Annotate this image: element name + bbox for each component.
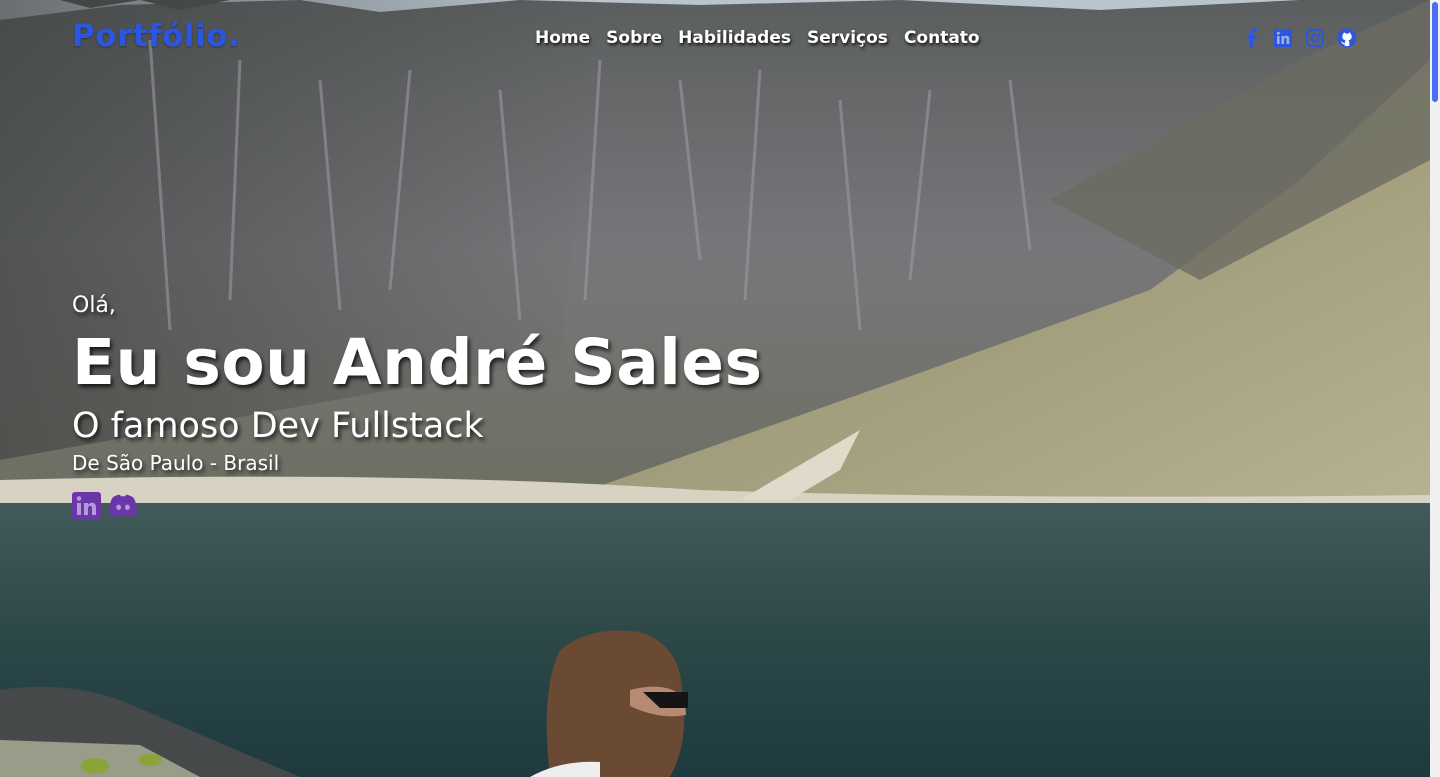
main-nav: Home Sobre Habilidades Serviços Contato [535, 28, 980, 48]
site-logo[interactable]: Portfólio. [72, 18, 240, 54]
nav-home[interactable]: Home [535, 28, 590, 48]
facebook-icon[interactable] [1241, 28, 1261, 48]
github-icon[interactable] [1337, 28, 1357, 48]
hero-role: O famoso Dev Fullstack [72, 406, 484, 446]
hero-name: Eu sou André Sales [72, 326, 763, 399]
hero-intro: Olá, Eu sou André Sales O famoso Dev Ful… [72, 290, 763, 478]
logo-text: Portfólio [72, 18, 228, 54]
discord-icon[interactable] [108, 492, 138, 520]
linkedin-icon[interactable] [1273, 28, 1293, 48]
linkedin-icon[interactable] [71, 492, 101, 520]
hero-greeting: Olá, [72, 293, 116, 318]
page-scrollbar[interactable] [1430, 0, 1440, 777]
nav-contato[interactable]: Contato [904, 28, 980, 48]
logo-dot: . [227, 18, 241, 54]
instagram-icon[interactable] [1305, 28, 1325, 48]
hero-location: De São Paulo - Brasil [72, 451, 280, 475]
header-social-links [1241, 28, 1357, 48]
scrollbar-thumb[interactable] [1432, 2, 1438, 102]
nav-sobre[interactable]: Sobre [606, 28, 662, 48]
nav-habilidades[interactable]: Habilidades [678, 28, 791, 48]
nav-servicos[interactable]: Serviços [807, 28, 888, 48]
hero-social-links [71, 492, 138, 520]
